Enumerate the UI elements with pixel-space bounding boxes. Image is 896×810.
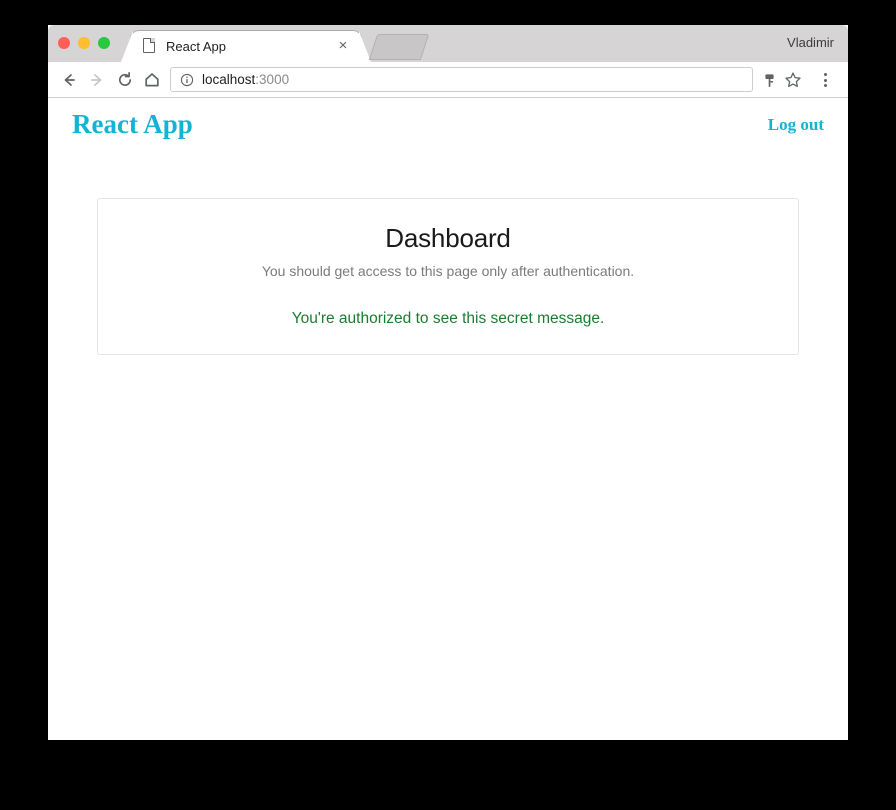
secret-message: You're authorized to see this secret mes… — [291, 310, 605, 327]
window-controls — [58, 37, 110, 49]
maximize-window-button[interactable] — [98, 37, 110, 49]
close-window-button[interactable] — [58, 37, 70, 49]
app-brand[interactable]: React App — [72, 109, 193, 140]
page-content: React App Log out Dashboard You should g… — [48, 98, 848, 740]
forward-arrow-icon — [86, 69, 108, 91]
browser-toolbar: localhost:3000 — [48, 62, 848, 98]
tab-strip: React App × Vladimir — [48, 25, 848, 62]
reload-icon[interactable] — [114, 69, 136, 91]
dashboard-card: Dashboard You should get access to this … — [97, 198, 799, 355]
profile-name[interactable]: Vladimir — [787, 35, 834, 50]
tab-title: React App — [166, 39, 226, 54]
logout-link[interactable]: Log out — [768, 115, 824, 135]
three-dots-menu-icon[interactable] — [814, 69, 836, 91]
page-title: Dashboard — [385, 223, 511, 253]
back-arrow-icon[interactable] — [58, 69, 80, 91]
url-port: :3000 — [255, 72, 290, 87]
key-icon[interactable] — [758, 69, 780, 91]
new-tab-button[interactable] — [368, 34, 430, 60]
browser-tab-react-app[interactable]: React App × — [131, 31, 361, 62]
url-host: localhost — [202, 72, 256, 87]
page-icon — [143, 37, 156, 53]
close-tab-button[interactable]: × — [335, 38, 351, 54]
address-bar[interactable]: localhost:3000 — [170, 67, 753, 92]
card-subtitle: You should get access to this page only … — [261, 263, 635, 279]
home-icon[interactable] — [141, 69, 163, 91]
info-circle-icon — [180, 73, 194, 86]
app-header: React App Log out — [48, 98, 848, 150]
star-icon[interactable] — [782, 69, 804, 91]
browser-window: React App × Vladimir localhost:3000 Rea… — [48, 25, 848, 740]
minimize-window-button[interactable] — [78, 37, 90, 49]
